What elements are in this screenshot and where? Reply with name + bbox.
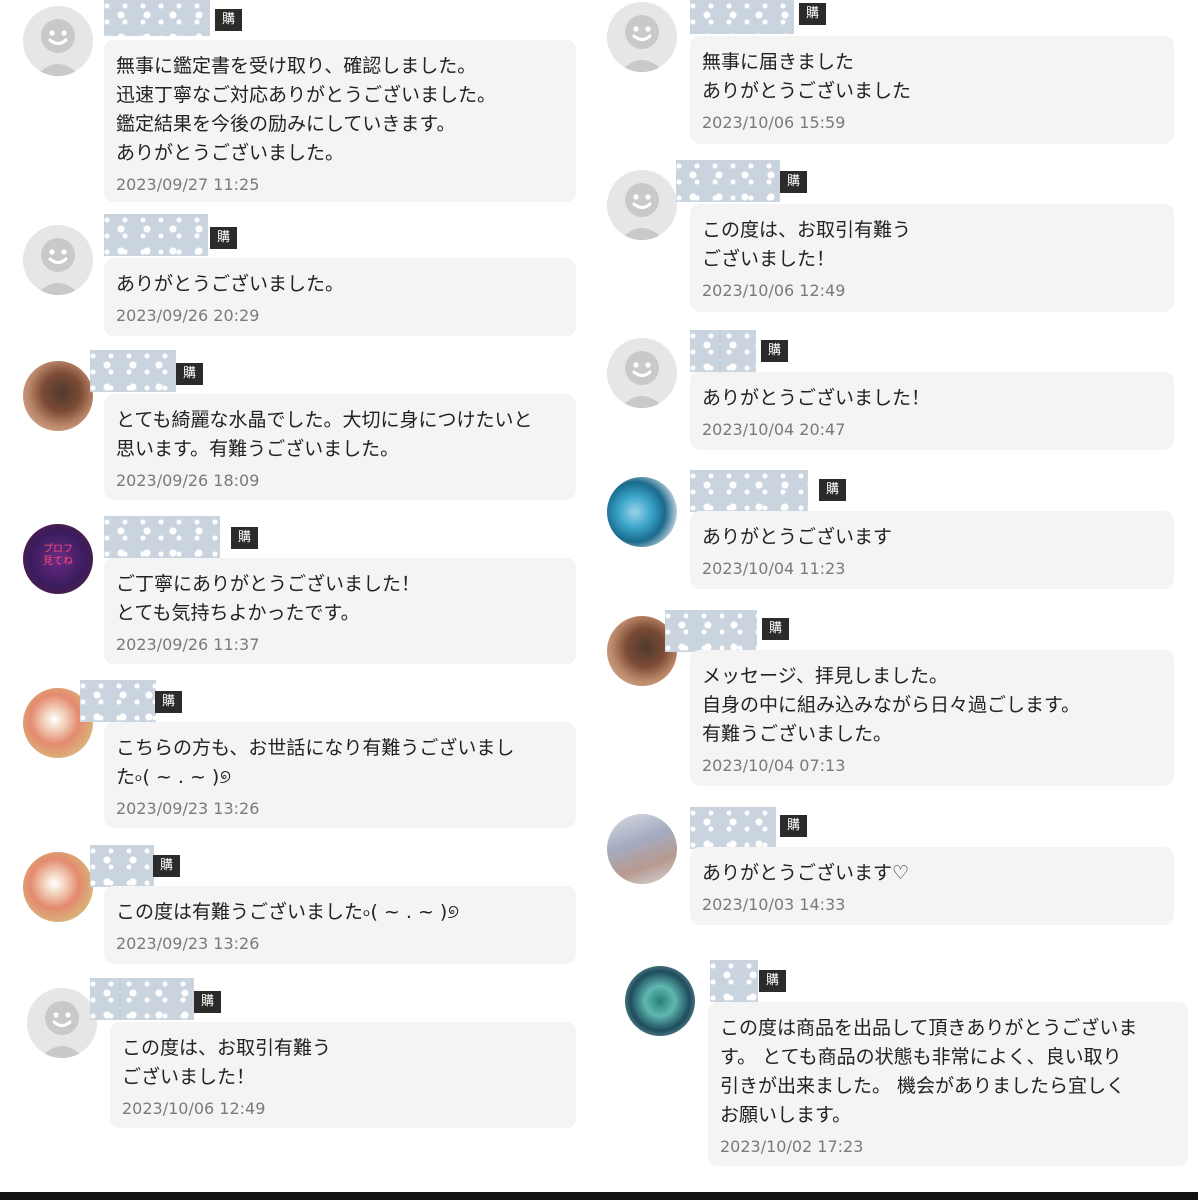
- crystal-avatar[interactable]: [23, 361, 93, 431]
- buyer-badge: 購入者: [176, 363, 204, 425]
- cloud-avatar[interactable]: [607, 814, 677, 884]
- review-bubble: この度は有難うございました৹( ~ . ~ )୭ 2023/09/23 13:2…: [104, 886, 576, 964]
- review-date: 2023/09/23 13:26: [116, 799, 260, 818]
- review-message: メッセージ、拝見しました。 自身の中に組み込みながら日々過ごします。 有難うござ…: [702, 665, 1081, 745]
- review-message: とても綺麗な水晶でした。大切に身につけたいと 思います。有難うございました。: [116, 409, 533, 460]
- buyer-badge: 購入者: [819, 479, 847, 541]
- review-bubble: この度は、お取引有難う ございました！ 2023/10/06 12:49: [110, 1022, 576, 1128]
- review-date: 2023/10/06 12:49: [122, 1099, 266, 1118]
- review-bubble: ありがとうございました！ 2023/10/04 20:47: [690, 372, 1174, 450]
- review-bubble: 無事に鑑定書を受け取り、確認しました。 迅速丁寧なご対応ありがとうございました。…: [104, 40, 576, 202]
- review-message: ありがとうございました！: [702, 387, 931, 409]
- review-bubble: メッセージ、拝見しました。 自身の中に組み込みながら日々過ごします。 有難うござ…: [690, 650, 1174, 786]
- face-icon: [620, 351, 664, 408]
- review-bubble: この度は商品を出品して頂きありがとうございま す。 とても商品の状態も非常によく…: [708, 1002, 1188, 1166]
- review-date: 2023/10/04 11:23: [702, 559, 846, 578]
- review-message: この度は、お取引有難う ございました！: [122, 1037, 332, 1088]
- review-bubble: ご丁寧にありがとうございました！ とても気持ちよかったです。 2023/09/2…: [104, 558, 576, 664]
- review-bubble: 無事に届きました ありがとうございました 2023/10/06 15:59: [690, 36, 1174, 144]
- username-mask: [665, 610, 757, 652]
- review-message: ありがとうございました。: [116, 273, 345, 295]
- username-mask: [690, 807, 776, 849]
- face-icon: [620, 15, 664, 72]
- review-message: ありがとうございます♡: [702, 862, 910, 884]
- review-message: ありがとうございます: [702, 526, 893, 548]
- avatar-text: プロフ 見てね: [43, 544, 73, 567]
- review-message: この度は商品を出品して頂きありがとうございま す。 とても商品の状態も非常によく…: [720, 1017, 1138, 1126]
- buyer-badge: 購入者: [231, 527, 259, 589]
- buyer-badge: 購入者: [155, 691, 183, 753]
- review-date: 2023/09/26 18:09: [116, 471, 260, 490]
- review-bubble: こちらの方も、お世話になり有難うございまし た৹( ~ . ~ )୭ 2023/…: [104, 722, 576, 828]
- review-message: この度は有難うございました৹( ~ . ~ )୭: [116, 901, 459, 923]
- username-mask: [690, 330, 756, 372]
- username-mask: [690, 470, 808, 512]
- flower-avatar[interactable]: [23, 852, 93, 922]
- username-mask: [104, 214, 208, 256]
- buyer-badge: 購入者: [194, 991, 222, 1053]
- username-mask: [80, 680, 156, 722]
- review-date: 2023/09/27 11:25: [116, 175, 260, 194]
- buyer-badge: 購入者: [153, 855, 181, 917]
- default-avatar[interactable]: [23, 225, 93, 295]
- review-message: ご丁寧にありがとうございました！ とても気持ちよかったです。: [116, 573, 421, 624]
- review-bubble: ありがとうございます 2023/10/04 11:23: [690, 511, 1174, 589]
- buyer-badge: 購入者: [780, 171, 808, 233]
- buyer-badge: 購入者: [780, 815, 808, 877]
- review-message: 無事に鑑定書を受け取り、確認しました。 迅速丁寧なご対応ありがとうございました。…: [116, 55, 497, 164]
- buyer-badge: 購入者: [215, 9, 243, 71]
- review-bubble: ありがとうございます♡ 2023/10/03 14:33: [690, 847, 1174, 925]
- default-avatar[interactable]: [607, 2, 677, 72]
- review-date: 2023/09/23 13:26: [116, 934, 260, 953]
- review-date: 2023/09/26 20:29: [116, 306, 260, 325]
- review-date: 2023/10/03 14:33: [702, 895, 846, 914]
- username-mask: [676, 160, 780, 202]
- buyer-badge: 購入者: [759, 970, 787, 1032]
- review-date: 2023/09/26 11:37: [116, 635, 260, 654]
- face-icon: [620, 183, 664, 240]
- buyer-badge: 購入者: [210, 227, 238, 289]
- review-date: 2023/10/04 07:13: [702, 756, 846, 775]
- username-mask: [710, 960, 758, 1002]
- buyer-badge: 購入者: [762, 618, 790, 680]
- username-mask: [104, 0, 210, 36]
- face-icon: [36, 238, 80, 295]
- username-mask: [690, 0, 794, 34]
- bottom-edge-bar: [0, 1192, 1198, 1200]
- username-mask: [90, 978, 194, 1020]
- buyer-badge: 購入者: [761, 340, 789, 402]
- username-mask: [104, 516, 220, 558]
- review-message: 無事に届きました ありがとうございました: [702, 51, 912, 102]
- username-mask: [90, 845, 154, 887]
- crystal-avatar[interactable]: [607, 477, 677, 547]
- review-date: 2023/10/02 17:23: [720, 1137, 864, 1156]
- buyer-badge: 購入者: [799, 3, 827, 65]
- default-avatar[interactable]: [27, 988, 97, 1058]
- default-avatar[interactable]: [607, 338, 677, 408]
- default-avatar[interactable]: [23, 6, 93, 76]
- face-icon: [36, 19, 80, 76]
- default-avatar[interactable]: [607, 170, 677, 240]
- review-message: こちらの方も、お世話になり有難うございまし た৹( ~ . ~ )୭: [116, 737, 515, 788]
- username-mask: [90, 350, 176, 392]
- review-message: この度は、お取引有難う ございました！: [702, 219, 912, 270]
- review-date: 2023/10/04 20:47: [702, 420, 846, 439]
- review-bubble: とても綺麗な水晶でした。大切に身につけたいと 思います。有難うございました。 2…: [104, 394, 576, 500]
- review-date: 2023/10/06 15:59: [702, 113, 846, 132]
- review-bubble: この度は、お取引有難う ございました！ 2023/10/06 12:49: [690, 204, 1174, 312]
- face-icon: [40, 1001, 84, 1058]
- teal-avatar[interactable]: [625, 966, 695, 1036]
- profile-text-avatar[interactable]: プロフ 見てね: [23, 524, 93, 594]
- review-date: 2023/10/06 12:49: [702, 281, 846, 300]
- review-bubble: ありがとうございました。 2023/09/26 20:29: [104, 258, 576, 336]
